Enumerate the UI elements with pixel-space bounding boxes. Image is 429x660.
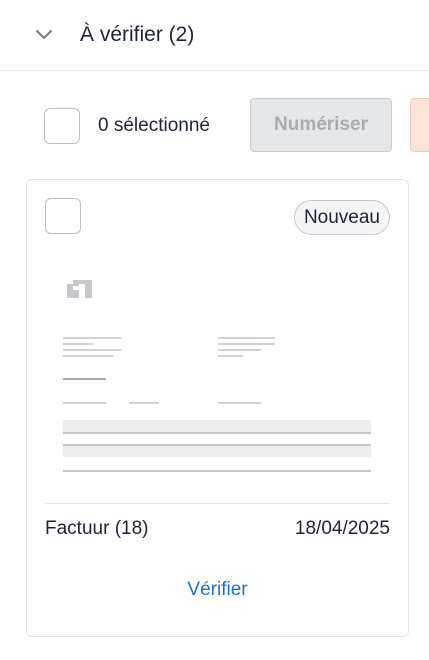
section-header[interactable]: À vérifier (2) — [0, 0, 429, 71]
delete-button[interactable] — [410, 98, 429, 152]
document-date: 18/04/2025 — [294, 518, 390, 539]
section-title: À vérifier (2) — [80, 23, 195, 46]
card-checkbox[interactable] — [45, 198, 81, 234]
document-card[interactable]: Nouveau Factuur (18) 18/04/2025 Vérifier — [26, 179, 409, 637]
selected-count-label: 0 sélectionné — [98, 115, 210, 136]
select-all-checkbox[interactable] — [44, 108, 80, 144]
scan-button[interactable]: Numériser — [250, 98, 392, 152]
chevron-down-icon[interactable] — [35, 29, 53, 41]
selection-toolbar: 0 sélectionné Numériser — [0, 71, 429, 161]
invoice-thumbnail — [63, 280, 371, 472]
verify-link[interactable]: Vérifier — [27, 578, 408, 602]
status-badge: Nouveau — [293, 200, 390, 235]
logo-icon — [67, 280, 92, 298]
card-divider — [45, 503, 390, 504]
document-name: Factuur (18) — [45, 518, 149, 539]
